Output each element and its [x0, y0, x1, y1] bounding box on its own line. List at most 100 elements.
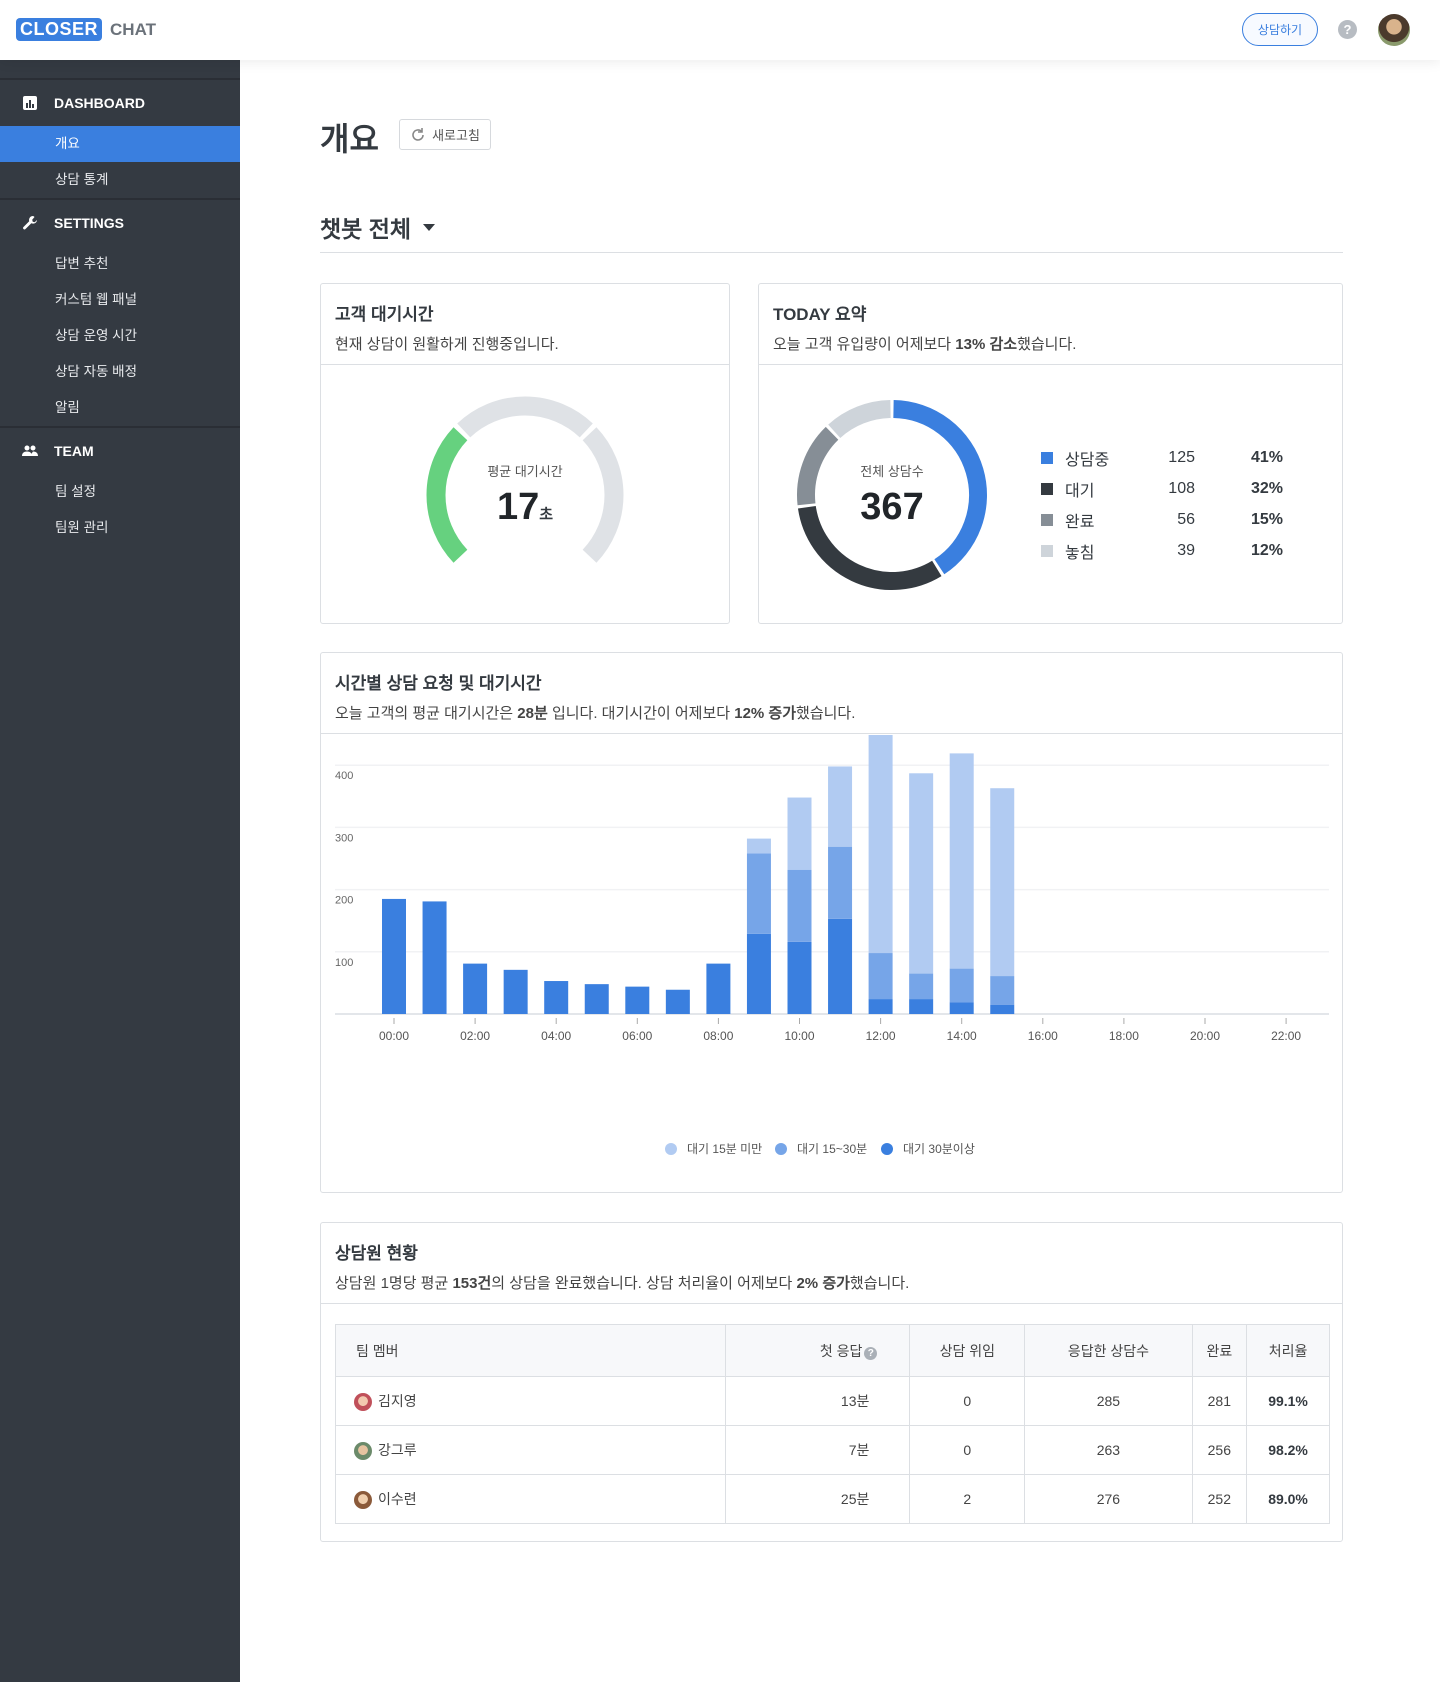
help-icon[interactable]: ? [1338, 20, 1357, 39]
top-header: CLOSER CHAT 상담하기 ? [0, 0, 1440, 60]
refresh-button[interactable]: 새로고침 [399, 119, 491, 150]
x-tick-label: 20:00 [1190, 1029, 1220, 1043]
bar-segment [949, 753, 974, 969]
card-subtitle: 오늘 고객의 평균 대기시간은 28분 입니다. 대기시간이 어제보다 12% … [335, 705, 856, 722]
x-tick-label: 04:00 [541, 1029, 571, 1043]
bar-segment [787, 941, 812, 1014]
help-icon[interactable]: ? [864, 1346, 878, 1360]
hourly-bar-chart: 10020030040050000:0002:0004:0006:0008:00… [335, 735, 1329, 1156]
user-avatar[interactable] [1378, 14, 1410, 46]
table-row[interactable]: 강그루 7분 0 263 256 98.2% [335, 1425, 1330, 1475]
gauge-label: 평균 대기시간 [487, 464, 563, 479]
sidebar-section-team: TEAM [0, 428, 240, 474]
bar-segment [787, 869, 812, 942]
sidebar-item-team-members[interactable]: 팀원 관리 [0, 510, 240, 546]
bar-segment [868, 735, 893, 954]
bar-segment [828, 918, 853, 1014]
sidebar-item-alerts[interactable]: 알림 [0, 390, 240, 426]
bar-segment [949, 968, 974, 1003]
y-tick-label: 100 [335, 957, 353, 969]
sidebar: DASHBOARD 개요 상담 통계 SETTINGS 답변 추천 커스텀 웹 … [0, 60, 240, 1682]
bar-segment [665, 989, 690, 1014]
sidebar-item-answer-suggest[interactable]: 답변 추천 [0, 246, 240, 282]
bar-segment [746, 838, 771, 854]
bar-segment [382, 898, 406, 1014]
wrench-icon [23, 216, 37, 230]
chatbot-scope-dropdown[interactable]: 챗봇 전체 [320, 210, 436, 244]
card-title: TODAY 요약 [773, 305, 867, 324]
table-row[interactable]: 이수련 25분 2 276 252 89.0% [335, 1474, 1330, 1524]
card-title: 고객 대기시간 [335, 305, 434, 324]
col-header[interactable]: 상담 위임 [909, 1324, 1026, 1377]
legend-item: 대기 108 32% [1041, 473, 1283, 504]
bar-segment [706, 963, 731, 1014]
sidebar-item-team-settings[interactable]: 팀 설정 [0, 474, 240, 510]
donut-slice [828, 400, 891, 439]
card-subtitle: 상담원 1명당 평균 153건의 상담을 완료했습니다. 상담 처리율이 어제보… [335, 1275, 910, 1292]
bar-segment [544, 981, 569, 1014]
legend-label[interactable]: 대기 15~30분 [797, 1142, 867, 1156]
page-title: 개요 [320, 121, 379, 157]
wait-time-card: 고객 대기시간 현재 상담이 원활하게 진행중입니다. 평균 대기시간 17초 [320, 283, 730, 624]
member-avatar [354, 1393, 372, 1412]
hourly-card: 시간별 상담 요청 및 대기시간 오늘 고객의 평균 대기시간은 28분 입니다.… [320, 652, 1343, 1193]
sidebar-section-dashboard: DASHBOARD [0, 80, 240, 126]
card-subtitle: 오늘 고객 유입량이 어제보다 13% 감소했습니다. [773, 336, 1077, 353]
member-avatar [354, 1491, 372, 1510]
col-header[interactable]: 응답한 상담수 [1024, 1324, 1193, 1377]
legend-swatch [1041, 482, 1053, 495]
bar-segment [422, 901, 447, 1014]
y-tick-label: 400 [335, 770, 353, 782]
sidebar-item-overview[interactable]: 개요 [0, 126, 240, 162]
legend-dot [775, 1143, 787, 1155]
table-row[interactable]: 김지영 13분 0 285 281 99.1% [335, 1376, 1330, 1426]
bar-segment [990, 976, 1015, 1005]
sidebar-item-auto-assign[interactable]: 상담 자동 배정 [0, 354, 240, 390]
legend-dot [665, 1143, 677, 1155]
logo-mark: CLOSER [16, 18, 103, 41]
x-tick-label: 08:00 [703, 1029, 733, 1043]
bar-segment [787, 797, 812, 870]
bar-segment [503, 969, 528, 1014]
bar-segment [746, 853, 771, 934]
agents-table: 팀 멤버 첫 응답? 상담 위임 응답한 상담수 완료 처리율 김지영 13분 0… [335, 1324, 1330, 1524]
gauge-unit: 초 [539, 506, 554, 523]
bar-segment [990, 788, 1015, 977]
legend-label[interactable]: 대기 30분이상 [903, 1142, 975, 1156]
legend-item: 상담중 125 41% [1041, 442, 1283, 473]
sidebar-section-settings: SETTINGS [0, 200, 240, 246]
col-header[interactable]: 처리율 [1246, 1324, 1330, 1377]
bar-segment [625, 986, 650, 1014]
team-icon [22, 445, 38, 456]
gauge-segment [457, 396, 593, 438]
bar-segment [949, 1002, 974, 1014]
gauge-value: 17 [496, 486, 540, 528]
bar-segment [828, 766, 853, 847]
bar-segment [990, 1004, 1015, 1014]
bar-segment [909, 999, 934, 1014]
legend-swatch [1041, 513, 1053, 526]
x-tick-label: 00:00 [379, 1029, 409, 1043]
legend-dot [881, 1143, 893, 1155]
logo-text: CHAT [110, 19, 156, 39]
x-tick-label: 06:00 [622, 1029, 652, 1043]
col-header[interactable]: 팀 멤버 [335, 1324, 726, 1377]
x-tick-label: 10:00 [784, 1029, 814, 1043]
start-chat-button[interactable]: 상담하기 [1242, 13, 1318, 46]
bar-segment [828, 846, 853, 919]
chart-icon [23, 96, 37, 110]
y-tick-label: 200 [335, 895, 353, 907]
col-header[interactable]: 완료 [1191, 1324, 1248, 1377]
x-tick-label: 16:00 [1028, 1029, 1058, 1043]
donut-total: 367 [860, 486, 924, 528]
col-header[interactable]: 첫 응답? [724, 1324, 911, 1377]
sidebar-item-custom-panel[interactable]: 커스텀 웹 패널 [0, 282, 240, 318]
caret-down-icon [423, 223, 436, 231]
legend-label[interactable]: 대기 15분 미만 [687, 1142, 762, 1156]
sidebar-item-hours[interactable]: 상담 운영 시간 [0, 318, 240, 354]
logo[interactable]: CLOSER CHAT [16, 18, 156, 41]
legend-item: 완료 56 15% [1041, 504, 1283, 535]
x-tick-label: 12:00 [866, 1029, 896, 1043]
x-tick-label: 22:00 [1271, 1029, 1301, 1043]
sidebar-item-stats[interactable]: 상담 통계 [0, 162, 240, 198]
